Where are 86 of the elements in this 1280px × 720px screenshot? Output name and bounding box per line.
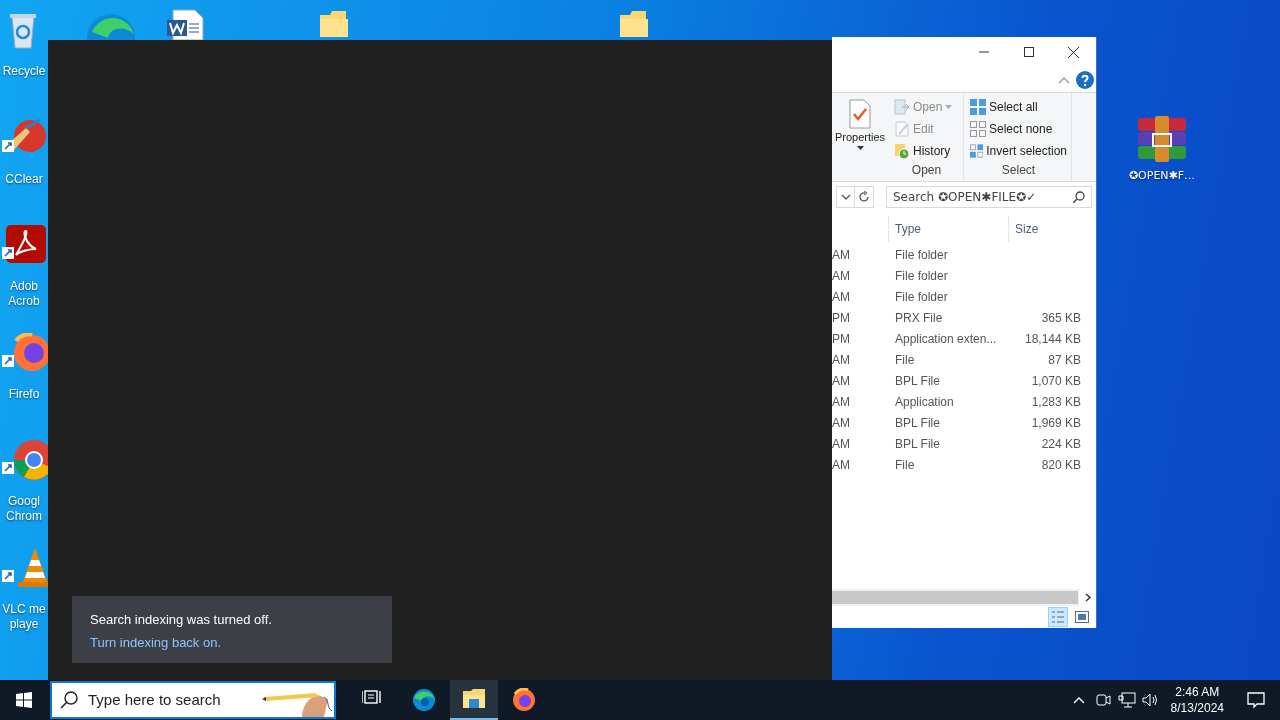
icon-label: Chrom (6, 509, 42, 524)
table-cell-text: BPL File (894, 414, 941, 432)
table-cell-text: File (894, 456, 916, 474)
ribbon-button[interactable]: Select none (966, 118, 1071, 140)
icon-label: CClear (5, 172, 43, 187)
folder-icon (462, 687, 486, 711)
column-header[interactable]: Size (1008, 216, 1088, 242)
search-box[interactable]: Type here to search (50, 681, 336, 719)
details-view-icon (1051, 610, 1065, 624)
table-cell-text: File folder (894, 246, 949, 264)
folder-icon[interactable] (320, 11, 348, 37)
table-cell-text: File folder (894, 267, 949, 285)
maximize-icon (1023, 47, 1034, 57)
group-label: Open (910, 163, 943, 179)
taskbar-app-button[interactable] (450, 680, 498, 720)
search-icon (1073, 191, 1085, 203)
table-cell-text: AM (832, 393, 851, 411)
table-cell-text: File (894, 351, 916, 369)
table-cell-text: 365 KB (1040, 309, 1081, 327)
refresh-button[interactable] (854, 186, 874, 208)
camera-icon[interactable] (1094, 692, 1111, 708)
fox-globe-icon (512, 688, 536, 712)
ribbon-button[interactable]: History (890, 140, 963, 162)
grid-icon (970, 143, 984, 159)
chevron-up-icon[interactable] (1072, 696, 1085, 704)
edit-icon (894, 121, 910, 137)
document-icon[interactable] (165, 8, 205, 40)
table-cell-text: AM (832, 267, 851, 285)
table-cell-text: AM (832, 456, 851, 474)
folder-icon[interactable] (620, 11, 648, 37)
table-cell-text: BPL File (894, 435, 941, 453)
collapse-icon[interactable] (1058, 75, 1070, 84)
ribbon-button[interactable]: Invert selection (966, 140, 1071, 162)
network-icon[interactable] (1117, 692, 1136, 708)
table-cell-text: BPL File (894, 372, 941, 390)
table-cell-text: AM (832, 372, 851, 390)
open-icon (894, 99, 910, 115)
grid-icon (970, 121, 986, 137)
table-cell-text: 1,969 KB (1030, 414, 1081, 432)
archive-icon[interactable] (1137, 116, 1187, 162)
grid-icon (970, 99, 986, 115)
enable-indexing-link[interactable]: Turn indexing back on. (90, 635, 222, 650)
icon-label: Firefo (8, 387, 40, 402)
table-cell-text: AM (832, 246, 851, 264)
icon-label: VLC me (2, 602, 46, 617)
thumbnail-view-icon (1075, 611, 1089, 623)
properties-button[interactable]: Properties (832, 93, 888, 150)
table-cell-text: AM (832, 288, 851, 306)
caret-icon (856, 145, 864, 150)
table-cell-text: AM (832, 351, 851, 369)
table-cell-text: PM (832, 330, 851, 348)
icon-label: Adob (9, 279, 38, 294)
icon-label: ✪OPEN✱F… (1128, 168, 1196, 183)
search-icon (60, 691, 78, 709)
clock[interactable]: 2:46 AM 8/13/2024 (1162, 684, 1232, 716)
table-cell-text: 87 KB (1047, 351, 1081, 369)
speech-bubble-icon (1247, 691, 1265, 709)
close-icon (1068, 46, 1079, 58)
table-cell-text: AM (832, 414, 851, 432)
table-cell-text: 224 KB (1040, 435, 1081, 453)
table-cell-text: 1,070 KB (1030, 372, 1081, 390)
windows-logo-icon (16, 692, 32, 708)
browser-icon (412, 688, 436, 712)
chevron-down-icon (840, 194, 851, 200)
table-cell-text: PM (832, 309, 851, 327)
group-label: Select (1000, 163, 1037, 179)
table-cell-text: Application exten... (894, 330, 998, 348)
table-cell-text: AM (832, 435, 851, 453)
table-cell-text: 18,144 KB (1023, 330, 1081, 348)
history-icon (894, 143, 910, 159)
icon-label: Acrob (8, 294, 40, 309)
table-cell-text: 1,283 KB (1030, 393, 1081, 411)
help-icon[interactable] (1076, 70, 1094, 89)
icon-label: Recycle (2, 64, 46, 79)
table-cell-text: PRX File (894, 309, 944, 327)
table-cell-text: Application (894, 393, 955, 411)
notification-message: Search indexing was turned off. (90, 611, 273, 629)
ribbon-button[interactable]: Select all (966, 96, 1071, 118)
icon-label: Googl (7, 494, 40, 509)
refresh-icon (858, 191, 870, 203)
table-cell-text: File folder (894, 288, 949, 306)
checklist-icon (848, 99, 872, 129)
table-cell-text: 820 KB (1040, 456, 1081, 474)
icon-label: playe (9, 617, 39, 632)
volume-icon[interactable] (1141, 692, 1160, 708)
column-header[interactable]: Type (888, 216, 1008, 242)
